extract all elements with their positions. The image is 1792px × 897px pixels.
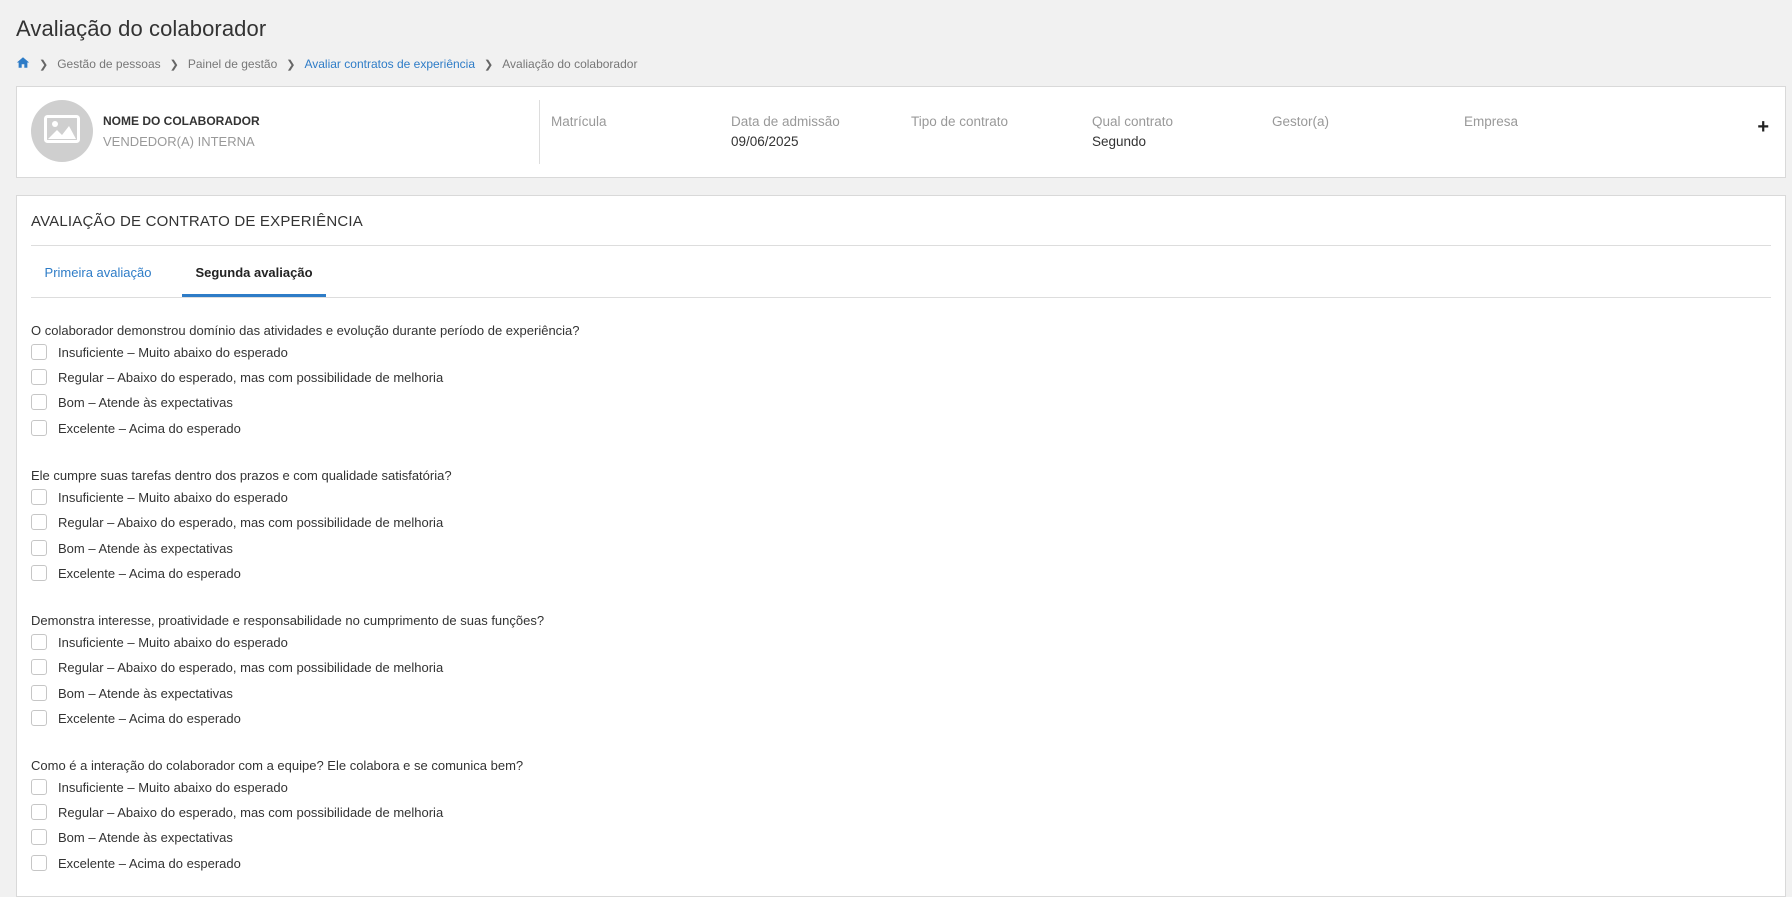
tab-segunda-avaliacao[interactable]: Segunda avaliação	[182, 265, 326, 297]
page-header: Avaliação do colaborador ❯ Gestão de pes…	[16, 16, 1776, 72]
option-label: Insuficiente – Muito abaixo do esperado	[58, 779, 288, 795]
option-label: Regular – Abaixo do esperado, mas com po…	[58, 659, 444, 675]
field-label: Data de admissão	[731, 114, 840, 129]
option-label: Excelente – Acima do esperado	[58, 855, 241, 871]
breadcrumb-painel-gestao[interactable]: Painel de gestão	[188, 57, 277, 71]
breadcrumb-avaliar-contratos[interactable]: Avaliar contratos de experiência	[304, 57, 475, 71]
option-row: Regular – Abaixo do esperado, mas com po…	[31, 659, 443, 675]
field-label: Qual contrato	[1092, 114, 1174, 129]
option-row: Bom – Atende às expectativas	[31, 540, 233, 556]
checkbox[interactable]	[31, 344, 47, 360]
option-row: Regular – Abaixo do esperado, mas com po…	[31, 369, 443, 385]
image-placeholder-icon	[44, 114, 80, 148]
option-label: Bom – Atende às expectativas	[58, 829, 233, 845]
question-1: O colaborador demonstrou domínio das ati…	[31, 323, 580, 338]
checkbox[interactable]	[31, 489, 47, 505]
option-label: Insuficiente – Muito abaixo do esperado	[58, 489, 288, 505]
checkbox[interactable]	[31, 829, 47, 845]
question-4: Como é a interação do colaborador com a …	[31, 758, 524, 773]
option-row: Insuficiente – Muito abaixo do esperado	[31, 489, 288, 505]
home-icon[interactable]	[16, 56, 30, 72]
field-label: Tipo de contrato	[911, 114, 1009, 129]
checkbox[interactable]	[31, 779, 47, 795]
field-matricula: Matrícula	[551, 114, 607, 134]
option-label: Excelente – Acima do esperado	[58, 420, 241, 436]
option-row: Excelente – Acima do esperado	[31, 855, 241, 871]
option-row: Bom – Atende às expectativas	[31, 685, 233, 701]
employee-card: NOME DO COLABORADOR VENDEDOR(A) INTERNA …	[16, 86, 1786, 178]
option-row: Bom – Atende às expectativas	[31, 829, 233, 845]
tabs: Primeira avaliação Segunda avaliação	[31, 265, 1771, 298]
chevron-right-icon: ❯	[39, 58, 49, 71]
field-empresa: Empresa	[1464, 114, 1518, 134]
option-label: Regular – Abaixo do esperado, mas com po…	[58, 369, 444, 385]
page-title: Avaliação do colaborador	[16, 16, 267, 41]
breadcrumb-current: Avaliação do colaborador	[502, 57, 638, 71]
checkbox[interactable]	[31, 514, 47, 530]
avatar	[31, 100, 93, 162]
field-data-admissao: Data de admissão 09/06/2025	[731, 114, 840, 149]
field-value: Segundo	[1092, 134, 1147, 149]
question-2: Ele cumpre suas tarefas dentro dos prazo…	[31, 468, 452, 483]
checkbox[interactable]	[31, 659, 47, 675]
option-row: Insuficiente – Muito abaixo do esperado	[31, 779, 288, 795]
option-row: Excelente – Acima do esperado	[31, 710, 241, 726]
question-3: Demonstra interesse, proatividade e resp…	[31, 613, 545, 628]
chevron-right-icon: ❯	[169, 58, 179, 71]
checkbox[interactable]	[31, 394, 47, 410]
chevron-right-icon: ❯	[286, 58, 296, 71]
evaluation-card: AVALIAÇÃO DE CONTRATO DE EXPERIÊNCIA Pri…	[16, 195, 1786, 897]
field-value: 09/06/2025	[731, 134, 799, 149]
checkbox[interactable]	[31, 685, 47, 701]
option-label: Bom – Atende às expectativas	[58, 394, 233, 410]
option-row: Insuficiente – Muito abaixo do esperado	[31, 344, 288, 360]
breadcrumb-gestao-pessoas[interactable]: Gestão de pessoas	[57, 57, 160, 71]
option-row: Bom – Atende às expectativas	[31, 394, 233, 410]
checkbox[interactable]	[31, 634, 47, 650]
option-label: Insuficiente – Muito abaixo do esperado	[58, 344, 288, 360]
option-row: Insuficiente – Muito abaixo do esperado	[31, 634, 288, 650]
option-label: Regular – Abaixo do esperado, mas com po…	[58, 514, 444, 530]
checkbox[interactable]	[31, 420, 47, 436]
field-label: Gestor(a)	[1272, 114, 1330, 129]
option-row: Regular – Abaixo do esperado, mas com po…	[31, 514, 443, 530]
checkbox[interactable]	[31, 565, 47, 581]
employee-role: VENDEDOR(A) INTERNA	[103, 134, 255, 149]
checkbox[interactable]	[31, 369, 47, 385]
field-qual-contrato: Qual contrato Segundo	[1092, 114, 1173, 149]
checkbox[interactable]	[31, 710, 47, 726]
field-label: Matrícula	[551, 114, 607, 129]
option-label: Insuficiente – Muito abaixo do esperado	[58, 634, 288, 650]
section-title: AVALIAÇÃO DE CONTRATO DE EXPERIÊNCIA	[31, 213, 363, 230]
option-label: Regular – Abaixo do esperado, mas com po…	[58, 804, 444, 820]
tab-primeira-avaliacao[interactable]: Primeira avaliação	[31, 265, 165, 297]
option-row: Regular – Abaixo do esperado, mas com po…	[31, 804, 443, 820]
option-label: Excelente – Acima do esperado	[58, 565, 241, 581]
chevron-right-icon: ❯	[484, 58, 494, 71]
checkbox[interactable]	[31, 540, 47, 556]
option-label: Bom – Atende às expectativas	[58, 685, 233, 701]
checkbox[interactable]	[31, 804, 47, 820]
field-gestor: Gestor(a)	[1272, 114, 1329, 134]
option-row: Excelente – Acima do esperado	[31, 565, 241, 581]
breadcrumb: ❯ Gestão de pessoas ❯ Painel de gestão ❯…	[16, 56, 1776, 72]
section-divider	[31, 245, 1771, 246]
field-label: Empresa	[1464, 114, 1519, 129]
option-label: Bom – Atende às expectativas	[58, 540, 233, 556]
field-tipo-contrato: Tipo de contrato	[911, 114, 1008, 134]
employee-name: NOME DO COLABORADOR	[103, 114, 260, 128]
divider	[539, 100, 540, 164]
expand-button[interactable]: +	[1757, 117, 1769, 137]
checkbox[interactable]	[31, 855, 47, 871]
option-label: Excelente – Acima do esperado	[58, 710, 241, 726]
option-row: Excelente – Acima do esperado	[31, 420, 241, 436]
